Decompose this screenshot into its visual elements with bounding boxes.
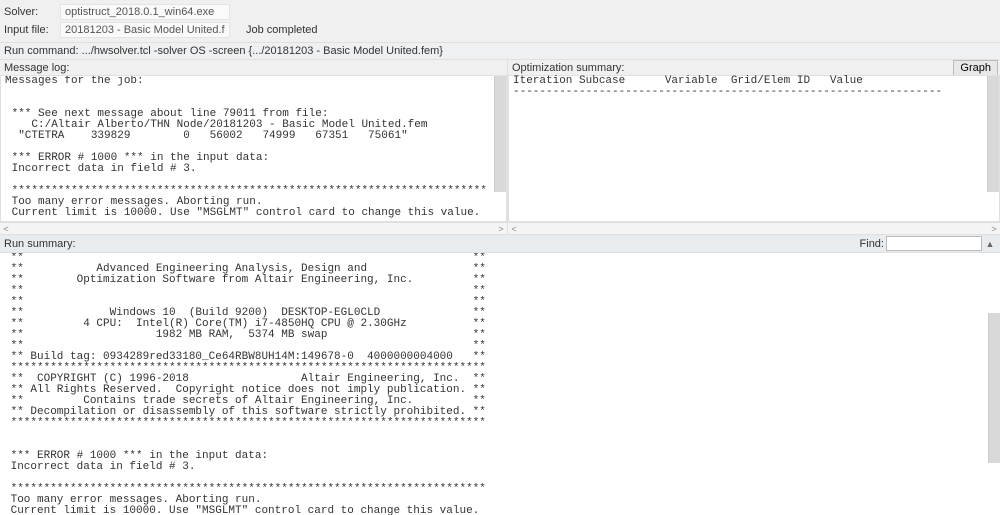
run-summary-scrollbar[interactable] bbox=[988, 313, 1000, 463]
opt-hscroll[interactable]: < > bbox=[508, 222, 1000, 234]
job-status: Job completed bbox=[246, 24, 318, 36]
scroll-right-icon[interactable]: > bbox=[495, 223, 507, 234]
scroll-right-icon[interactable]: > bbox=[988, 223, 1000, 234]
top-bar: Solver: Input file: Job completed bbox=[0, 0, 1000, 42]
scroll-left-icon[interactable]: < bbox=[0, 223, 12, 234]
find-box: Find: ▲ bbox=[860, 236, 996, 251]
optimization-summary-text[interactable]: Iteration Subcase Variable Grid/Elem ID … bbox=[508, 75, 1000, 222]
run-summary-header: Run summary: Find: ▲ bbox=[0, 235, 1000, 253]
inputfile-row: Input file: Job completed bbox=[4, 22, 996, 38]
solver-row: Solver: bbox=[4, 4, 996, 20]
message-log-title: Message log: bbox=[0, 60, 507, 75]
message-log-scrollbar[interactable] bbox=[494, 76, 506, 192]
run-command-label: Run command: bbox=[4, 45, 79, 57]
run-command-bar: Run command: .../hwsolver.tcl -solver OS… bbox=[0, 42, 1000, 60]
find-label: Find: bbox=[860, 238, 884, 250]
optimization-summary-panel: Optimization summary: Graph Iteration Su… bbox=[508, 60, 1000, 234]
message-log-panel: Message log: Messages for the job: *** S… bbox=[0, 60, 508, 234]
scroll-left-icon[interactable]: < bbox=[508, 223, 520, 234]
opt-scrollbar[interactable] bbox=[987, 76, 999, 192]
find-input[interactable] bbox=[886, 236, 982, 251]
solver-label: Solver: bbox=[4, 6, 56, 18]
solver-input[interactable] bbox=[60, 4, 230, 20]
run-summary-panel: Run summary: Find: ▲ ** ** ** Advanced E… bbox=[0, 234, 1000, 515]
opt-divider: ----------------------------------------… bbox=[513, 86, 942, 98]
inputfile-input[interactable] bbox=[60, 22, 230, 38]
run-command-value: .../hwsolver.tcl -solver OS -screen {...… bbox=[82, 45, 443, 57]
optimization-summary-title: Optimization summary: bbox=[508, 60, 1000, 75]
message-log-hscroll[interactable]: < > bbox=[0, 222, 507, 234]
message-log-text[interactable]: Messages for the job: *** See next messa… bbox=[0, 75, 507, 222]
find-up-icon[interactable]: ▲ bbox=[984, 239, 996, 249]
middle-panels: Message log: Messages for the job: *** S… bbox=[0, 60, 1000, 234]
inputfile-label: Input file: bbox=[4, 24, 56, 36]
run-summary-text[interactable]: ** ** ** Advanced Engineering Analysis, … bbox=[0, 253, 1000, 515]
run-summary-title: Run summary: bbox=[4, 238, 76, 250]
graph-button[interactable]: Graph bbox=[953, 60, 998, 76]
